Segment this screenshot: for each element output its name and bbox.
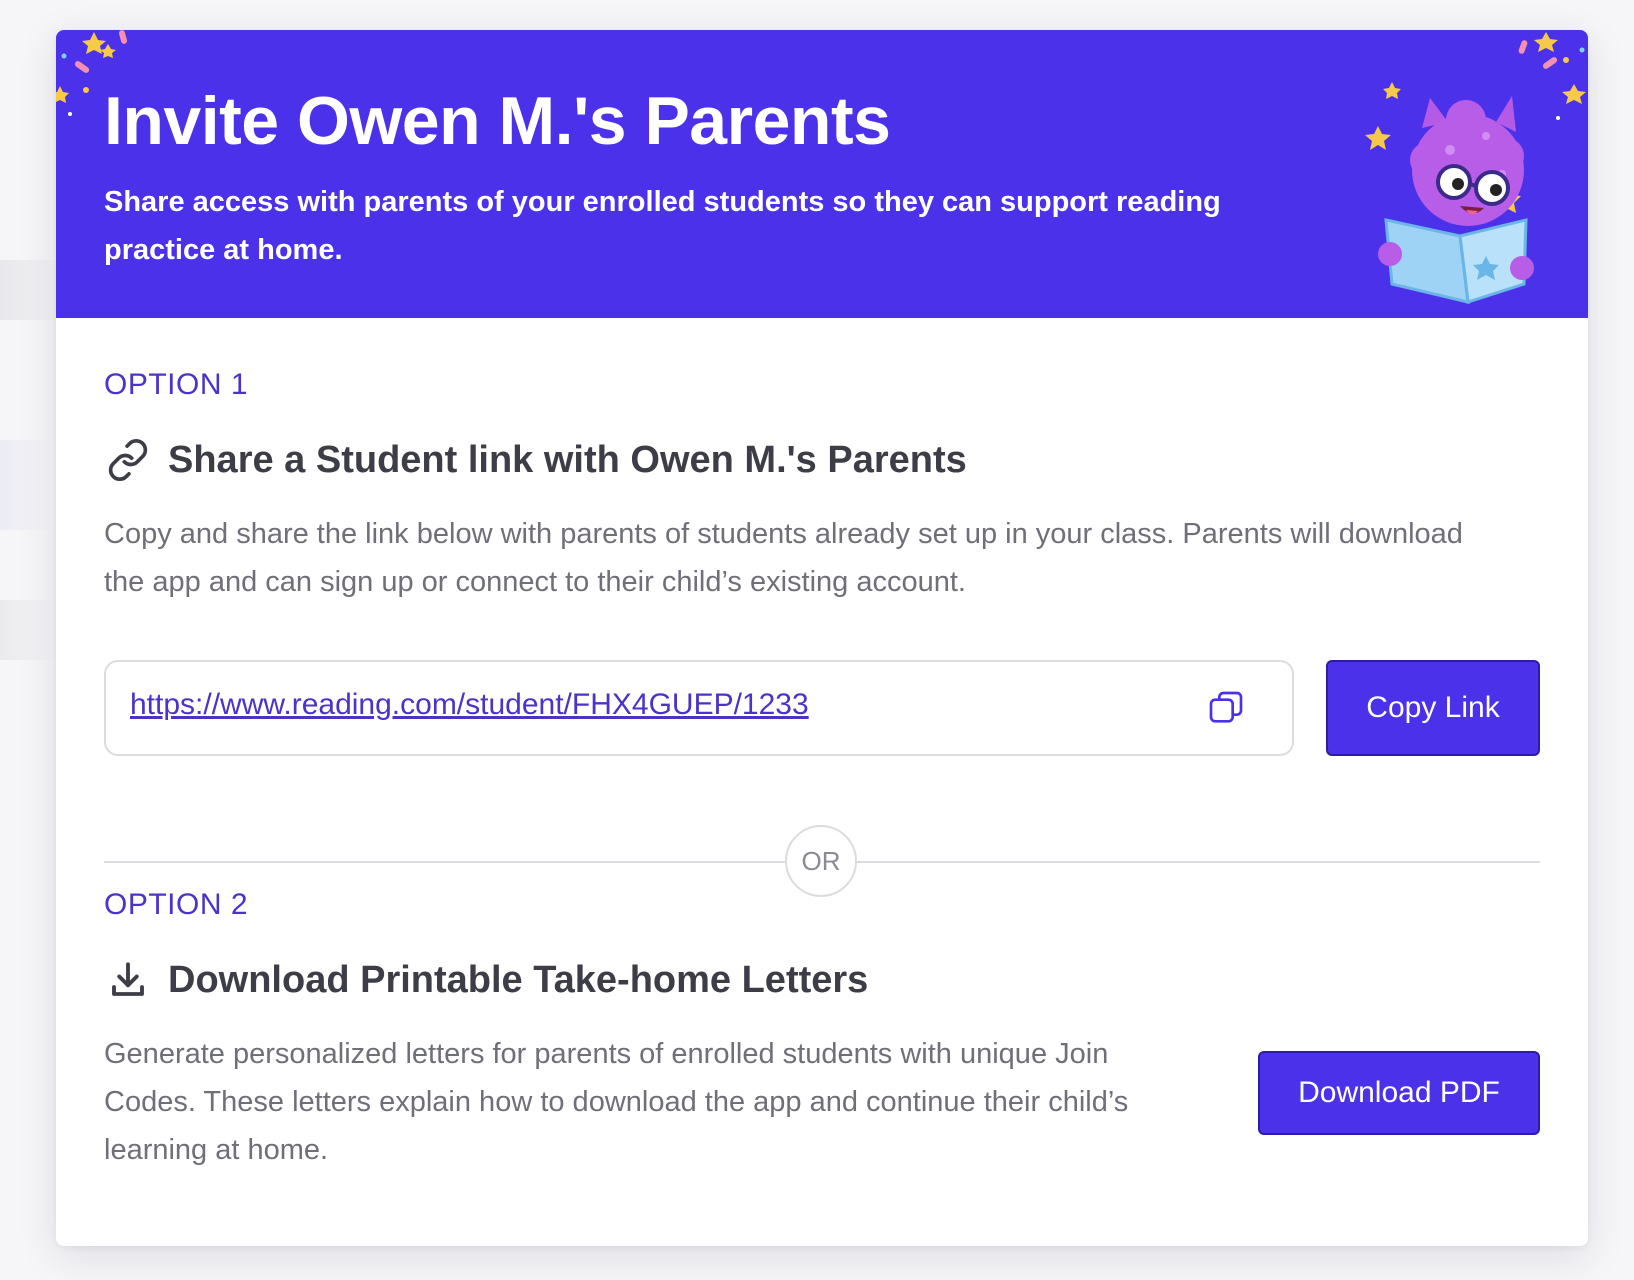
option-1-heading: Share a Student link with Owen M.'s Pare… [104,436,967,484]
option-2-label: OPTION 2 [104,888,249,921]
modal-title: Invite Owen M.'s Parents [104,83,891,159]
modal-subtitle: Share access with parents of your enroll… [104,186,1221,266]
modal-header: Invite Owen M.'s Parents Share access wi… [56,30,1588,318]
option-2-description: Generate personalized letters for parent… [104,1038,1129,1166]
student-link-url[interactable]: https://www.reading.com/student/FHX4GUEP… [130,688,809,722]
download-icon [104,956,152,1004]
option-1-heading-text: Share a Student link with Owen M.'s Pare… [168,438,967,481]
copy-icon[interactable] [1206,688,1246,728]
option-1-description: Copy and share the link below with paren… [104,518,1463,598]
copy-link-button[interactable]: Copy Link [1326,660,1540,756]
student-link-field[interactable]: https://www.reading.com/student/FHX4GUEP… [104,660,1294,756]
option-2-heading-text: Download Printable Take-home Letters [168,958,869,1001]
option-1-label: OPTION 1 [104,368,249,401]
reading-mascot-illustration [1365,82,1534,304]
download-pdf-button[interactable]: Download PDF [1258,1051,1540,1135]
or-divider-badge: OR [785,825,857,897]
option-2-heading: Download Printable Take-home Letters [104,956,868,1004]
link-icon [104,436,152,484]
invite-parents-modal: Invite Owen M.'s Parents Share access wi… [56,30,1588,1246]
